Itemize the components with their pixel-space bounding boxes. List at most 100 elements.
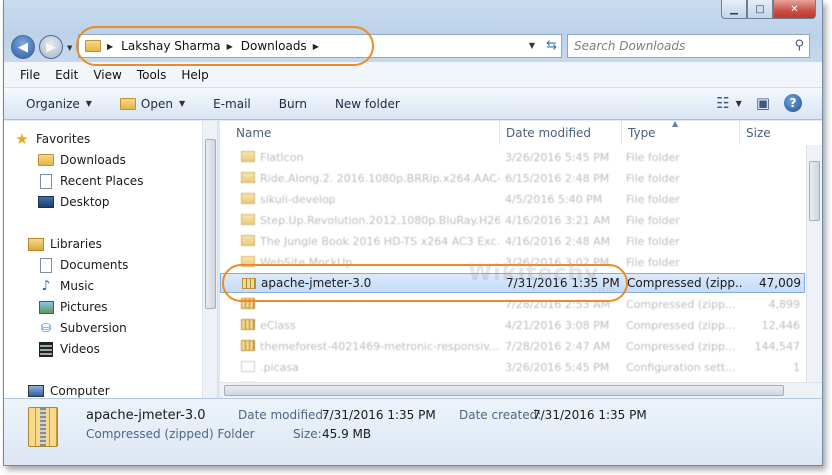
minimize-button[interactable]: ▁ — [721, 0, 747, 19]
nav-documents[interactable]: Documents — [38, 257, 128, 273]
nav-favorites[interactable]: ★ Favorites — [14, 130, 91, 148]
documents-icon — [38, 257, 54, 273]
breadcrumb-user[interactable]: Lakshay Sharma — [121, 39, 220, 53]
view-controls: ☷ ▼ ▣ ? — [702, 94, 802, 112]
details-size-value: 45.9 MB — [322, 427, 372, 441]
subversion-icon: ⛁ — [40, 321, 52, 335]
menu-help[interactable]: Help — [181, 68, 208, 82]
view-options-icon[interactable]: ☷ — [716, 94, 729, 112]
nav-recent-places[interactable]: Recent Places — [38, 173, 143, 189]
file-list-vertical-scrollbar[interactable] — [806, 145, 822, 385]
file-row[interactable]: Ride.Along.2. 2016.1080p.BRRip.x264.AAC-… — [220, 168, 805, 188]
address-bar[interactable]: ▶ Lakshay Sharma ▶ Downloads ▶ ▼ ⇆ — [78, 34, 562, 58]
nav-subversion[interactable]: ⛁ Subversion — [38, 320, 127, 336]
details-size-label: Size: — [293, 427, 322, 441]
file-size: 144,547 — [754, 339, 801, 353]
nav-computer[interactable]: Computer — [28, 383, 110, 398]
file-row[interactable]: sikuli-develop 4/5/2016 5:40 PM File folde… — [220, 189, 805, 209]
file-type: File folder — [626, 213, 680, 227]
column-header-size[interactable]: Size — [740, 121, 806, 145]
file-list-horizontal-scrollbar[interactable] — [220, 382, 822, 398]
file-date: 4/16/2016 2:48 AM — [505, 234, 611, 248]
file-date: 7/28/2016 2:53 AM — [505, 297, 611, 311]
nav-libraries[interactable]: Libraries — [28, 236, 102, 252]
nav-scroll-thumb[interactable] — [205, 139, 216, 309]
file-name: eClass — [260, 318, 296, 332]
nav-label: Recent Places — [60, 174, 144, 188]
menu-file[interactable]: File — [20, 68, 40, 82]
folder-icon — [241, 151, 255, 162]
nav-label: Documents — [60, 258, 129, 272]
breadcrumb-separator-icon[interactable]: ▶ — [313, 42, 319, 51]
file-date: 6/15/2016 2:48 PM — [505, 171, 610, 185]
nav-label: Favorites — [36, 132, 91, 146]
nav-label: Music — [60, 279, 95, 293]
maximize-button[interactable]: □ — [747, 0, 773, 19]
nav-downloads[interactable]: Downloads — [38, 152, 126, 168]
details-created-label: Date created: — [459, 408, 542, 422]
search-icon[interactable]: ⚲ — [794, 38, 804, 53]
file-name: themeforest-4021469-metronic-responsiv..… — [260, 339, 500, 353]
forward-button[interactable]: ▶ — [39, 35, 63, 59]
search-input[interactable]: Search Downloads ⚲ — [567, 34, 810, 58]
help-icon[interactable]: ? — [784, 94, 802, 112]
details-modified-value: 7/31/2016 1:35 PM — [322, 408, 436, 422]
new-folder-button[interactable]: New folder — [335, 97, 400, 111]
new-folder-label: New folder — [334, 96, 400, 111]
file-row[interactable]: .picasa 3/26/2016 5:45 PM Configuration se… — [220, 357, 805, 377]
watermark-text: Wikitechy — [468, 261, 600, 286]
email-button[interactable]: E-mail — [213, 97, 251, 111]
back-button[interactable]: ◀ — [11, 35, 35, 59]
file-date: 4/16/2016 3:21 AM — [505, 213, 611, 227]
breadcrumb-separator-icon[interactable]: ▶ — [227, 42, 233, 51]
file-row[interactable]: eClass 4/21/2016 3:08 PM Compressed (zipp.… — [220, 315, 805, 335]
nav-label: Computer — [50, 384, 110, 398]
file-list-scroll-thumb[interactable] — [809, 161, 820, 221]
menu-edit[interactable]: Edit — [55, 68, 78, 82]
column-header-type[interactable]: Type — [622, 121, 740, 145]
folder-icon — [85, 40, 101, 52]
address-dropdown-icon[interactable]: ▼ — [529, 41, 535, 50]
column-header-name[interactable]: Name — [230, 121, 500, 145]
nav-pictures[interactable]: Pictures — [38, 299, 108, 315]
nav-desktop[interactable]: Desktop — [38, 194, 110, 210]
file-row[interactable]: Step.Up.Revolution.2012.1080p.BluRay.H26… — [220, 210, 805, 230]
zip-folder-icon — [28, 407, 58, 447]
organize-label: Organize — [26, 96, 80, 111]
recent-pages-dropdown[interactable]: ▼ — [67, 44, 72, 52]
file-list: Name Date modified Type Size ▲ FlatIcon 3… — [220, 121, 822, 398]
nav-scrollbar[interactable] — [202, 121, 217, 398]
file-list-hscroll-thumb[interactable] — [224, 385, 784, 396]
menu-tools[interactable]: Tools — [137, 68, 167, 82]
burn-label: Burn — [278, 96, 307, 111]
nav-videos[interactable]: Videos — [38, 341, 100, 357]
breadcrumb-downloads[interactable]: Downloads — [241, 39, 307, 53]
desktop-icon — [38, 194, 54, 210]
folder-icon — [241, 256, 255, 267]
close-button[interactable]: ✕ — [773, 0, 816, 19]
file-name: Ride.Along.2. 2016.1080p.BRRip.x264.AAC-… — [260, 171, 500, 185]
file-name: WebSite MockUp — [260, 255, 353, 269]
nav-music[interactable]: ♪ Music — [38, 278, 95, 294]
file-row[interactable]: 7/28/2016 2:53 AM Compressed (zipp... 4,89… — [220, 294, 805, 314]
preview-pane-icon[interactable]: ▣ — [756, 94, 770, 112]
film-icon — [38, 341, 54, 357]
refresh-icon[interactable]: ⇆ — [546, 38, 557, 53]
file-date: 4/21/2016 3:08 PM — [505, 318, 610, 332]
sort-ascending-icon: ▲ — [672, 121, 679, 128]
column-header-date[interactable]: Date modified — [500, 121, 622, 145]
breadcrumb-separator-icon[interactable]: ▶ — [107, 42, 113, 51]
file-row[interactable]: The Jungle Book 2016 HD-TS x264 AC3 Exc.… — [220, 231, 805, 251]
file-row[interactable]: FlatIcon 3/26/2016 5:45 PM File folder — [220, 147, 805, 167]
file-type: Compressed (zipp... — [627, 276, 743, 290]
open-button[interactable]: Open ▼ — [119, 97, 185, 111]
file-row[interactable]: themeforest-4021469-metronic-responsiv..… — [220, 336, 805, 356]
arrow-left-icon: ◀ — [18, 39, 28, 55]
chevron-down-icon: ▼ — [85, 99, 92, 108]
file-type: Configuration sett... — [626, 360, 736, 374]
menu-view[interactable]: View — [93, 68, 121, 82]
organize-button[interactable]: Organize ▼ — [26, 97, 92, 111]
command-bar: Organize ▼ Open ▼ E-mail Burn New folder… — [4, 88, 822, 120]
burn-button[interactable]: Burn — [279, 97, 307, 111]
chevron-down-icon[interactable]: ▼ — [736, 99, 742, 108]
